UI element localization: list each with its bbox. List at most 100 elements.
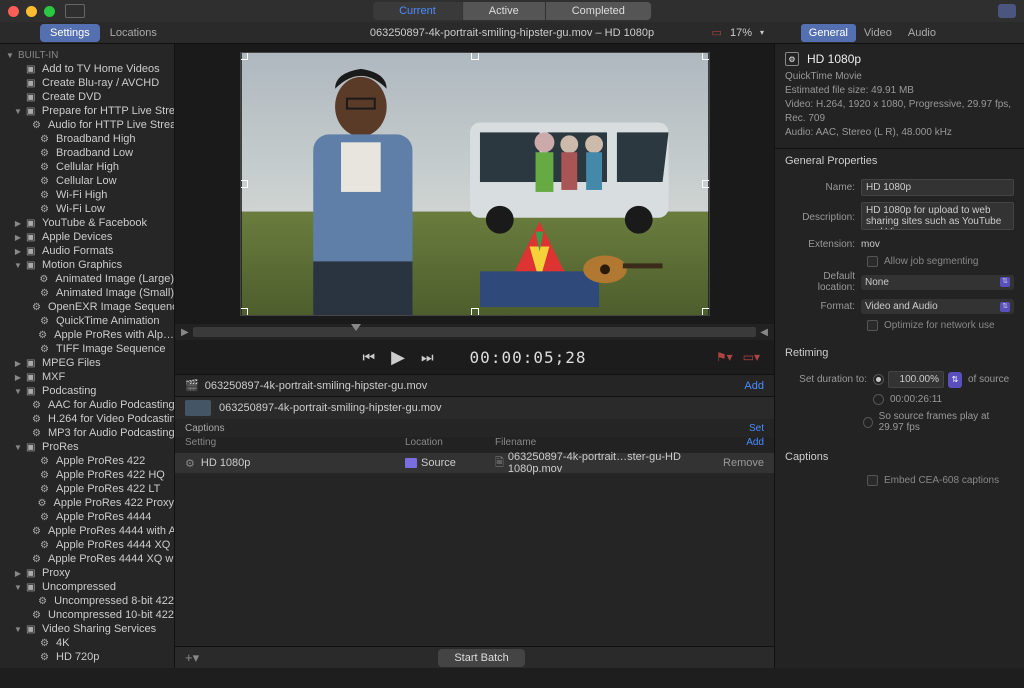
- subtab-settings[interactable]: Settings: [40, 24, 100, 42]
- sidebar-item[interactable]: ▶▣Apple Devices: [0, 230, 174, 244]
- sidebar-item[interactable]: ▶▣Proxy: [0, 566, 174, 580]
- batch-file-icon: 🎬: [185, 379, 199, 392]
- sidebar-item[interactable]: ⚙Apple ProRes 4444 XQ wit…: [0, 552, 174, 566]
- sidebar-item[interactable]: ⚙Uncompressed 10-bit 422: [0, 608, 174, 622]
- subtab-locations[interactable]: Locations: [100, 24, 167, 42]
- tab-completed[interactable]: Completed: [545, 2, 651, 20]
- sidebar-item[interactable]: ⚙Animated Image (Small): [0, 286, 174, 300]
- meta-container: QuickTime Movie: [785, 70, 1014, 84]
- sidebar-item[interactable]: ⚙Wi-Fi Low: [0, 202, 174, 216]
- crop-handle[interactable]: [471, 52, 479, 60]
- crop-handle[interactable]: [240, 180, 248, 188]
- sidebar-item[interactable]: ⚙QuickTime Animation: [0, 314, 174, 328]
- allow-seg-checkbox[interactable]: [867, 256, 878, 267]
- sidebar-item[interactable]: ⚙Apple ProRes 4444: [0, 510, 174, 524]
- sidebar-item[interactable]: ⚙OpenEXR Image Sequence: [0, 300, 174, 314]
- crop-handle[interactable]: [240, 308, 248, 316]
- sidebar-item[interactable]: ▶▣MPEG Files: [0, 356, 174, 370]
- sidebar-item[interactable]: ⚙Cellular High: [0, 160, 174, 174]
- sidebar-item[interactable]: ⚙HD 720p: [0, 650, 174, 664]
- sidebar-item[interactable]: ⚙Apple ProRes 4444 XQ: [0, 538, 174, 552]
- embed-cea608-checkbox[interactable]: [867, 475, 878, 486]
- chevron-down-icon[interactable]: ▾: [760, 28, 764, 37]
- sidebar-item[interactable]: ▼▣Uncompressed: [0, 580, 174, 594]
- sidebar-item[interactable]: ▶▣MXF: [0, 370, 174, 384]
- opt-net-checkbox[interactable]: [867, 320, 878, 331]
- sidebar-item[interactable]: ▶▣Audio Formats: [0, 244, 174, 258]
- crop-handle[interactable]: [702, 308, 710, 316]
- scrubber-track[interactable]: [193, 327, 757, 337]
- tab-current[interactable]: Current: [373, 2, 462, 20]
- crop-handle[interactable]: [702, 180, 710, 188]
- batch-add-button[interactable]: Add: [744, 380, 764, 392]
- dur-radio-tc[interactable]: [873, 394, 884, 405]
- zoom-value[interactable]: 17%: [730, 27, 752, 39]
- start-batch-button[interactable]: Start Batch: [438, 649, 524, 667]
- zoom-icon[interactable]: [44, 6, 55, 17]
- next-button[interactable]: ⏭: [421, 349, 434, 366]
- sidebar-item[interactable]: ⚙Apple ProRes 4444 with Al…: [0, 524, 174, 538]
- tree-section-builtin[interactable]: ▼BUILT-IN: [0, 48, 174, 62]
- sidebar-item[interactable]: ⚙4K: [0, 636, 174, 650]
- in-point-icon[interactable]: ▶: [181, 327, 189, 338]
- out-point-icon[interactable]: ◀: [760, 327, 768, 338]
- sidebar-item[interactable]: ⚙Uncompressed 8-bit 422: [0, 594, 174, 608]
- dur-radio-pct[interactable]: [873, 374, 884, 385]
- sidebar-item[interactable]: ⚙Broadband Low: [0, 146, 174, 160]
- sidebar-item[interactable]: ⚙Apple ProRes 422 HQ: [0, 468, 174, 482]
- captions-set-button[interactable]: Set: [749, 423, 764, 434]
- dur-radio-fps[interactable]: [863, 417, 873, 428]
- inspector-tab-video[interactable]: Video: [856, 24, 900, 42]
- inspector-tab-audio[interactable]: Audio: [900, 24, 944, 42]
- sidebar-item[interactable]: ▼▣Video Sharing Services: [0, 622, 174, 636]
- sidebar-item[interactable]: ▼▣ProRes: [0, 440, 174, 454]
- format-select[interactable]: Video and Audio⇅: [861, 299, 1014, 314]
- batch-add-icon[interactable]: +▾: [185, 650, 199, 666]
- sidebar-item[interactable]: ⚙Audio for HTTP Live Strea…: [0, 118, 174, 132]
- crop-handle[interactable]: [471, 308, 479, 316]
- close-icon[interactable]: [8, 6, 19, 17]
- sidebar-toggle-icon[interactable]: [65, 4, 85, 18]
- center-pane: ▶ ◀ ⏮ ▶ ⏭ 00:00:05;28 ⚑▾ ▭▾ 🎬 063250897-…: [175, 44, 774, 668]
- sidebar-item[interactable]: ⚙Apple ProRes 422 LT: [0, 482, 174, 496]
- name-field[interactable]: [861, 179, 1014, 196]
- crop-handle[interactable]: [240, 52, 248, 60]
- inspector-toggle-icon[interactable]: [998, 4, 1016, 18]
- sidebar-item[interactable]: ⚙Apple ProRes with Alp…: [0, 328, 174, 342]
- job-row[interactable]: ⚙HD 1080p Source 🗎063250897-4k-portrait……: [175, 453, 774, 473]
- sidebar-item[interactable]: ▼▣Prepare for HTTP Live Strea…: [0, 104, 174, 118]
- prev-button[interactable]: ⏮: [362, 349, 375, 366]
- tab-active[interactable]: Active: [462, 2, 545, 20]
- sidebar-item[interactable]: ⚙Cellular Low: [0, 174, 174, 188]
- sidebar-item[interactable]: ▣Add to TV Home Videos: [0, 62, 174, 76]
- display-options-icon[interactable]: ▭▾: [743, 350, 760, 364]
- sidebar-item[interactable]: ⚙Apple ProRes 422: [0, 454, 174, 468]
- play-button[interactable]: ▶: [391, 347, 405, 368]
- defloc-select[interactable]: None⇅: [861, 275, 1014, 290]
- job-filename: 063250897-4k-portrait-smiling-hipster-gu…: [219, 402, 442, 414]
- sidebar-item[interactable]: ▣Create DVD: [0, 90, 174, 104]
- sidebar-item[interactable]: ⚙MP3 for Audio Podcasting: [0, 426, 174, 440]
- sidebar-item[interactable]: ⚙Animated Image (Large): [0, 272, 174, 286]
- sidebar-item[interactable]: ⚙Apple ProRes 422 Proxy: [0, 496, 174, 510]
- sidebar-item[interactable]: ▣Create Blu-ray / AVCHD: [0, 76, 174, 90]
- sidebar-item[interactable]: ⚙AAC for Audio Podcasting: [0, 398, 174, 412]
- fit-icon[interactable]: ▭: [712, 26, 722, 39]
- sidebar-item[interactable]: ⚙H.264 for Video Podcasting: [0, 412, 174, 426]
- sidebar-item[interactable]: ⚙Wi-Fi High: [0, 188, 174, 202]
- crop-handle[interactable]: [702, 52, 710, 60]
- sidebar-item[interactable]: ⚙Broadband High: [0, 132, 174, 146]
- sidebar-item[interactable]: ▼▣Podcasting: [0, 384, 174, 398]
- minimize-icon[interactable]: [26, 6, 37, 17]
- dur-pct-field[interactable]: 100.00%: [888, 371, 944, 388]
- marker-icon[interactable]: ⚑▾: [716, 350, 733, 364]
- preview-canvas[interactable]: [240, 52, 710, 316]
- sidebar-item[interactable]: ⚙TIFF Image Sequence: [0, 342, 174, 356]
- pct-stepper[interactable]: ⇅: [948, 372, 962, 388]
- job-remove-button[interactable]: Remove: [723, 457, 764, 469]
- playhead-icon[interactable]: [351, 324, 361, 331]
- sidebar-item[interactable]: ▼▣Motion Graphics: [0, 258, 174, 272]
- sidebar-item[interactable]: ▶▣YouTube & Facebook: [0, 216, 174, 230]
- inspector-tab-general[interactable]: General: [801, 24, 856, 42]
- desc-field[interactable]: HD 1080p for upload to web sharing sites…: [861, 202, 1014, 230]
